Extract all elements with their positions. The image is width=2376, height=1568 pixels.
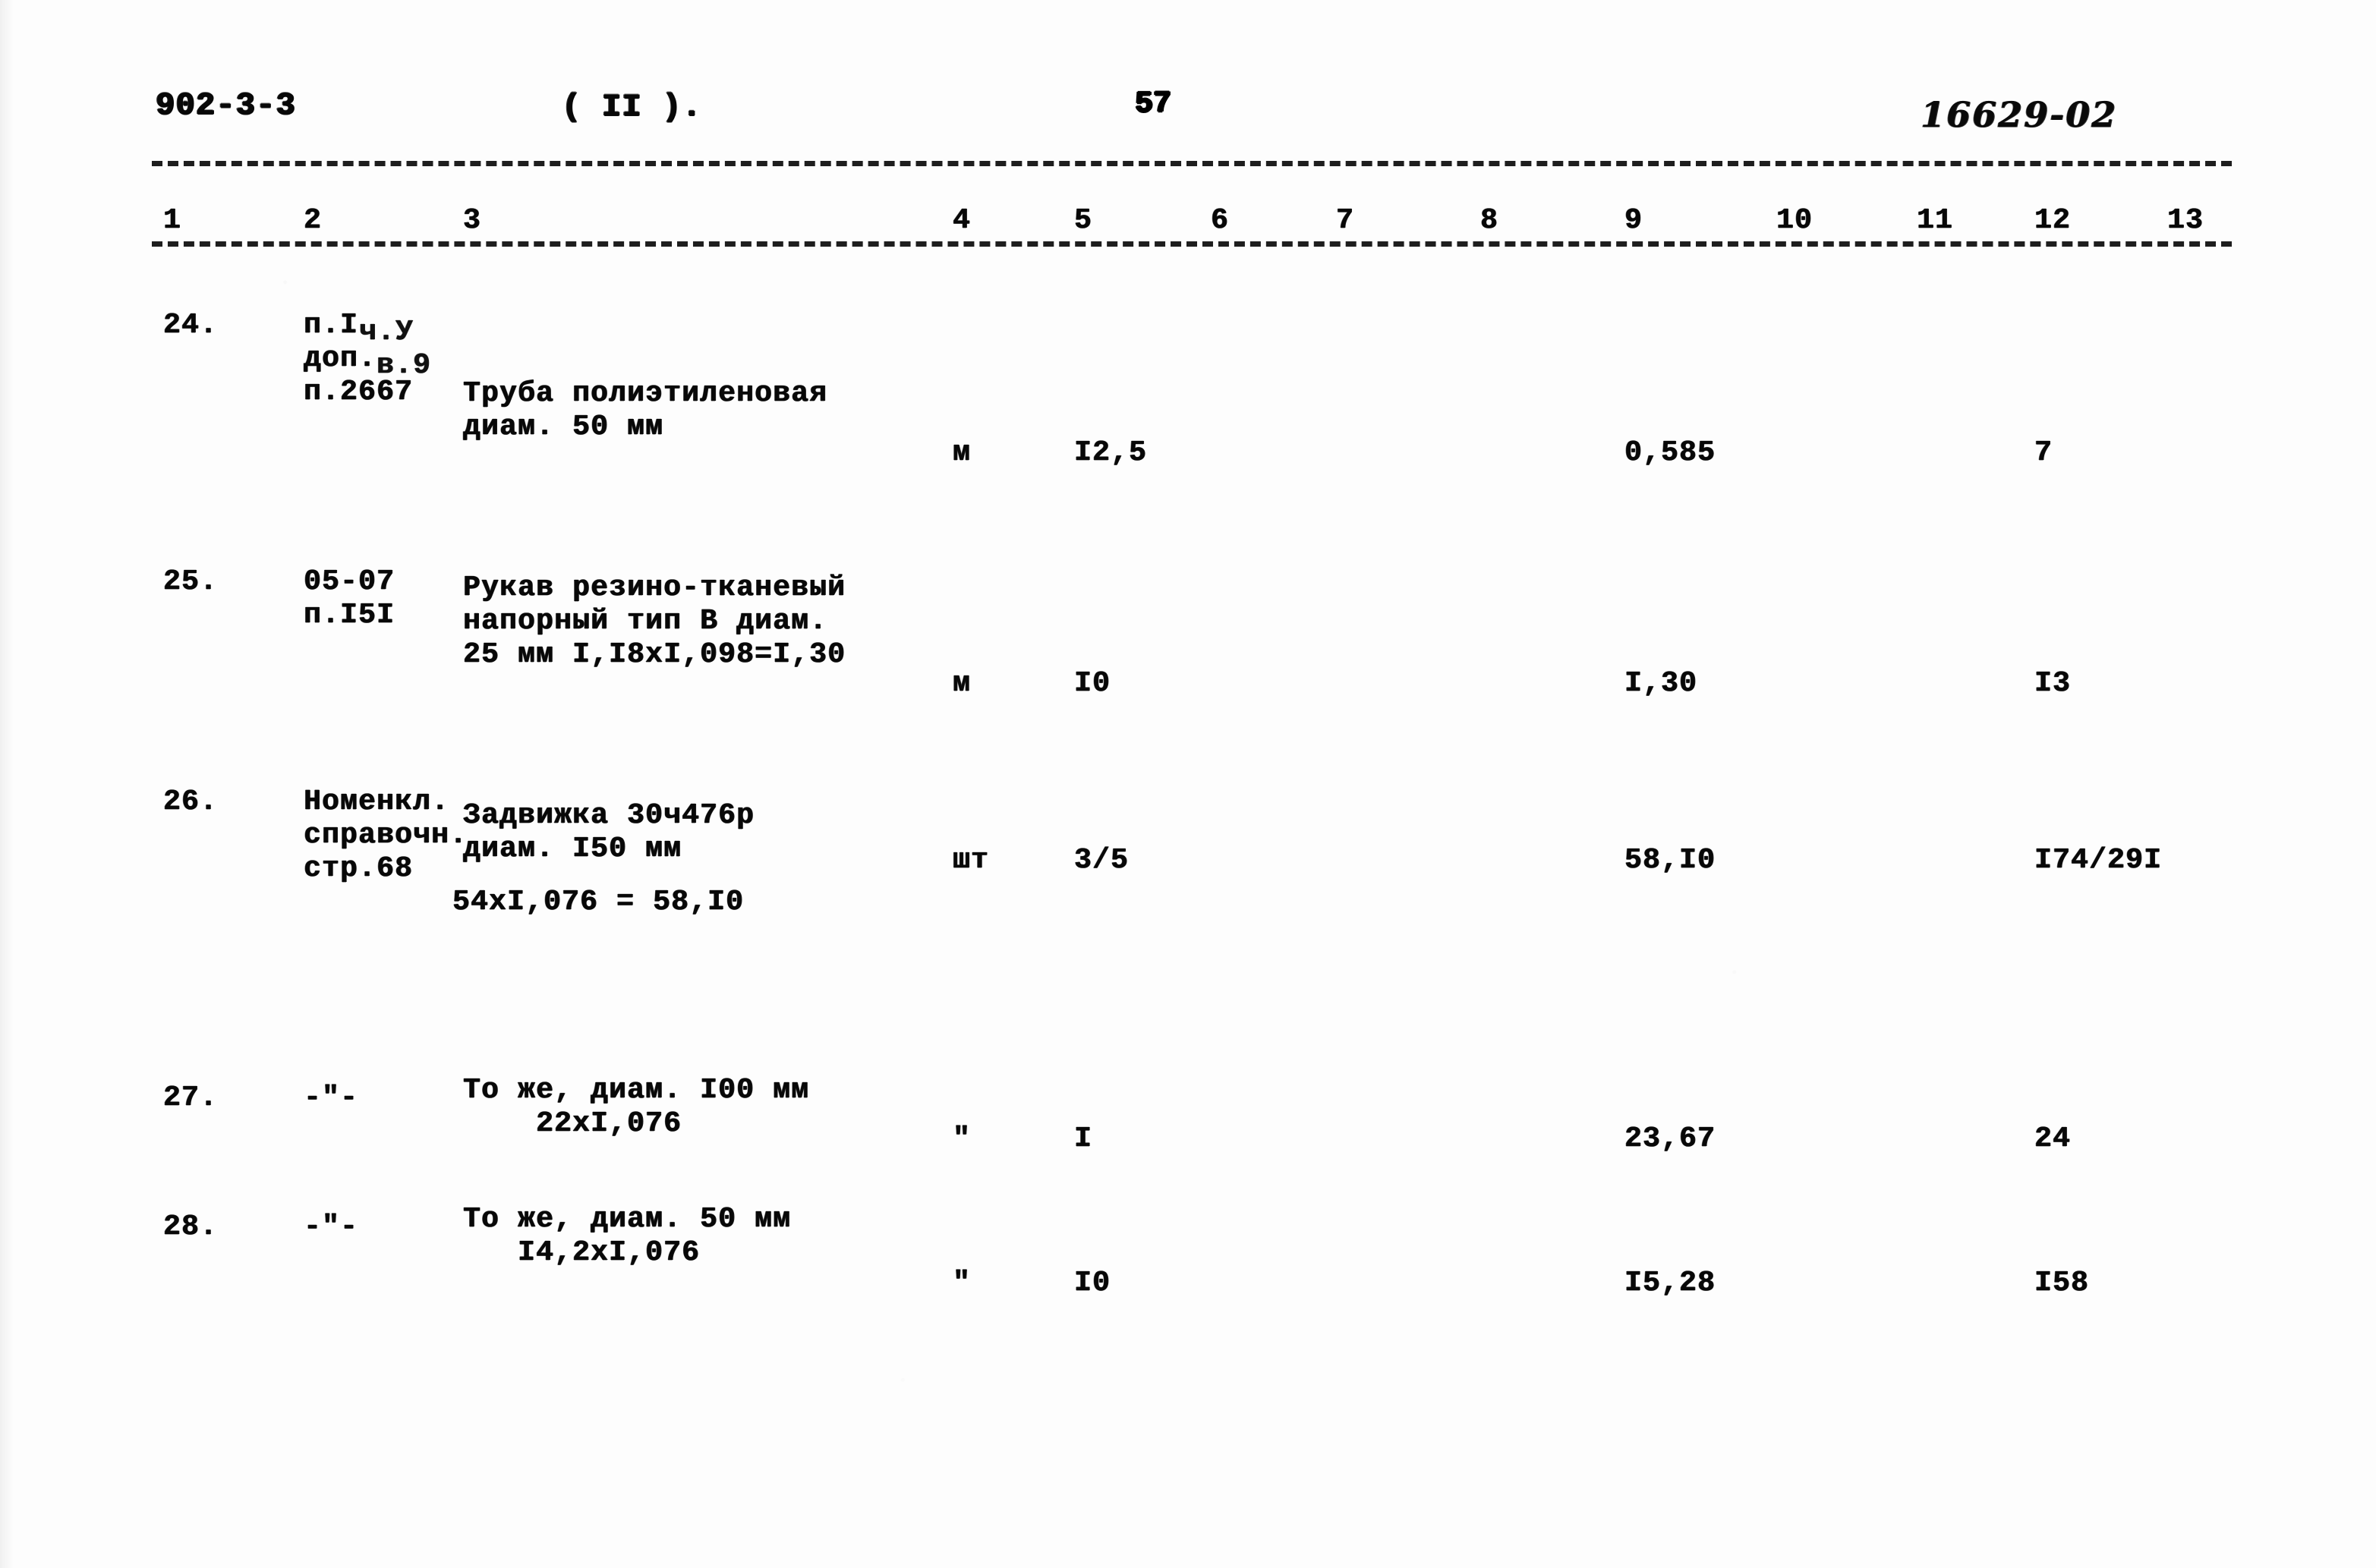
row-calculation-line: 54xI,076 = 58,I0: [452, 886, 745, 918]
row-unit-price: I,30: [1624, 667, 1698, 700]
archive-code-handwritten: 16629-02: [1921, 94, 2118, 135]
row-number: 27.: [163, 1082, 219, 1114]
column-number-9: 9: [1624, 204, 1643, 237]
header-divider-rule: [152, 161, 2232, 166]
row-description-line: То же, диам. 50 мм: [463, 1203, 792, 1236]
reference-text: п.2667: [304, 376, 414, 408]
row-quantity: I: [1074, 1122, 1093, 1155]
column-number-12: 12: [2034, 204, 2072, 237]
row-description-line: 22xI,076: [463, 1107, 682, 1140]
row-unit: ": [953, 1122, 972, 1155]
column-number-13: 13: [2167, 204, 2204, 237]
reference-text: стр.68: [304, 852, 414, 885]
row-description-line: Рукав резино-тканевый: [463, 571, 846, 604]
row-description-line: диам. 50 мм: [463, 411, 664, 443]
row-quantity: I0: [1074, 1267, 1111, 1299]
row-description-line: 25 мм I,I8xI,098=I,30: [463, 638, 846, 671]
column-divider-rule: [152, 241, 2232, 247]
row-total: 7: [2034, 436, 2053, 469]
section-mark: ( II ).: [562, 89, 702, 125]
page-number: 57: [1135, 87, 1172, 121]
column-number-2: 2: [304, 204, 323, 237]
row-description-line: Труба полиэтиленовая: [463, 377, 828, 410]
row-number: 24.: [163, 309, 219, 342]
row-reference-line: -"-: [304, 1084, 358, 1113]
reference-text: справочн.: [304, 819, 468, 852]
row-number: 25.: [163, 565, 219, 598]
column-number-1: 1: [163, 204, 182, 237]
reference-text: -"-: [304, 1082, 359, 1114]
document-page: 902-3-3 ( II ). 57 16629-02 1 2 3 4 5 6 7 8 9 10 1…: [0, 0, 2376, 1568]
row-description-line: I4,2xI,076: [463, 1236, 701, 1269]
row-description-line: диам. I50 мм: [463, 833, 682, 865]
row-total: I3: [2034, 667, 2072, 700]
row-total: 24: [2034, 1122, 2072, 1155]
row-reference-line: Номенкл.: [304, 788, 449, 817]
row-quantity: I2,5: [1074, 436, 1148, 469]
row-total: I58: [2034, 1267, 2090, 1299]
scan-edge-shadow: [0, 0, 14, 1568]
row-description-line: Задвижка 30ч476р: [463, 799, 755, 832]
reference-text: -"-: [304, 1211, 359, 1243]
reference-text: п.I: [304, 309, 359, 342]
row-reference-line: стр.68: [304, 855, 413, 883]
scan-grain-overlay: [0, 0, 2376, 1568]
row-reference-line: 05-07: [304, 568, 395, 597]
row-unit: шт: [953, 844, 990, 877]
column-number-5: 5: [1074, 204, 1093, 237]
column-number-7: 7: [1336, 204, 1355, 237]
column-number-8: 8: [1480, 204, 1499, 237]
column-number-11: 11: [1917, 204, 1954, 237]
row-description-line: напорный тип В диам.: [463, 605, 828, 638]
document-code: 902-3-3: [156, 87, 296, 124]
row-description-line: То же, диам. I00 мм: [463, 1074, 810, 1107]
row-unit-price: 23,67: [1624, 1122, 1716, 1155]
row-reference-line: п.2667: [304, 378, 413, 407]
row-number: 26.: [163, 786, 219, 818]
row-reference-line: п.I5I: [304, 601, 395, 630]
column-number-3: 3: [463, 204, 482, 237]
reference-text: доп.: [304, 342, 377, 375]
row-unit-price: 0,585: [1624, 436, 1716, 469]
reference-text: 05-07: [304, 565, 395, 598]
row-unit: м: [953, 436, 972, 469]
row-reference-line: п.I ч.У: [304, 309, 413, 347]
row-unit: м: [953, 667, 972, 700]
reference-text: п.I5I: [304, 599, 395, 631]
row-unit-price: I5,28: [1624, 1267, 1716, 1299]
row-reference-line: доп. в.9: [304, 342, 430, 380]
row-quantity: I0: [1074, 667, 1111, 700]
column-number-4: 4: [953, 204, 972, 237]
column-number-6: 6: [1211, 204, 1230, 237]
row-unit-price: 58,I0: [1624, 844, 1716, 877]
row-quantity: 3/5: [1074, 844, 1130, 877]
row-reference-line: справочн.: [304, 821, 468, 850]
row-unit: ": [953, 1267, 972, 1299]
row-reference-line: -"-: [304, 1213, 358, 1242]
column-number-10: 10: [1776, 204, 1814, 237]
row-total: I74/29I: [2034, 844, 2163, 877]
reference-text: Номенкл.: [304, 786, 450, 818]
row-number: 28.: [163, 1211, 219, 1243]
